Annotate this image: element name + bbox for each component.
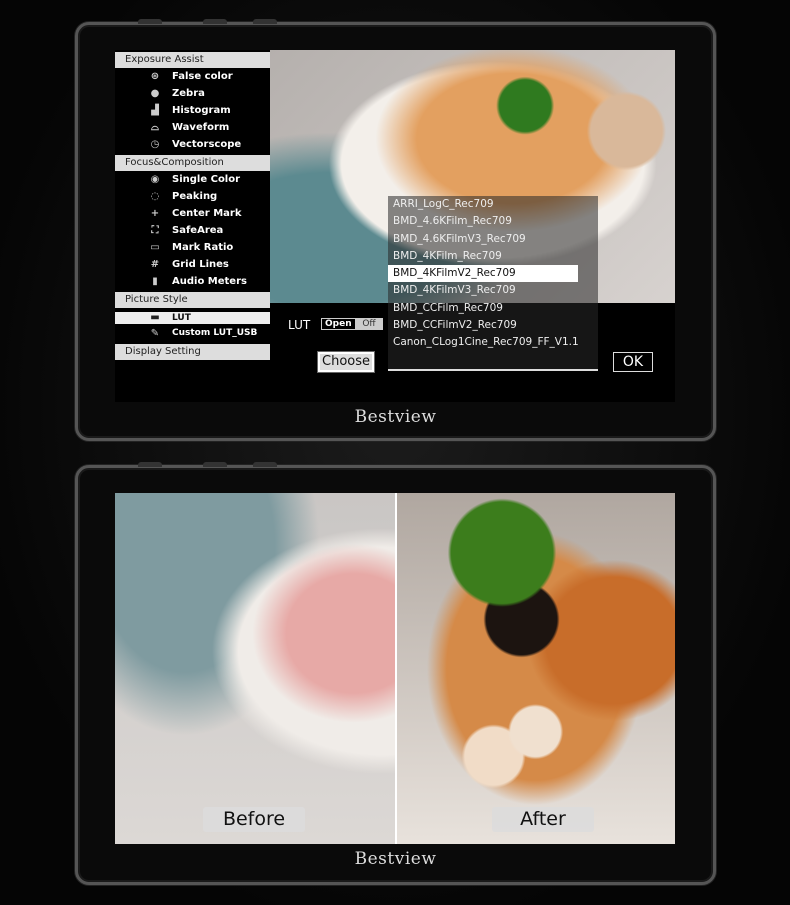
hardware-button [138, 19, 162, 24]
section-picture-style[interactable]: Picture Style [115, 292, 270, 308]
ok-button[interactable]: OK [613, 352, 653, 372]
lut-list-item-selected[interactable]: BMD_4KFilmV2_Rec709 [388, 265, 578, 283]
histogram-icon: ▟ [151, 105, 159, 116]
grid-icon: # [150, 259, 160, 270]
menu-item-label: Custom LUT_USB [172, 328, 258, 338]
compare-divider [395, 493, 397, 844]
lut-list-item[interactable]: BMD_4.6KFilm_Rec709 [388, 213, 598, 230]
after-image [396, 493, 675, 844]
monitor-bottom: Before After Bestview [75, 462, 716, 885]
waveform-icon: ⌓ [151, 122, 159, 133]
lut-icon: ▬ [150, 312, 160, 323]
menu-item-label: Zebra [172, 88, 205, 99]
menu-item-label: Waveform [172, 122, 230, 133]
hardware-button [138, 462, 162, 467]
choose-button[interactable]: Choose [317, 351, 375, 373]
menu-item-single-color[interactable]: ◉ Single Color [115, 171, 270, 188]
lut-list-item[interactable]: BMD_CCFilmV2_Rec709 [388, 317, 598, 334]
monitor-top: Exposure Assist ⊛ False color ● Zebra ▟ His… [75, 19, 716, 441]
brand-logo: Bestview [354, 407, 437, 427]
hardware-button [203, 19, 227, 24]
single-color-icon: ◉ [150, 174, 160, 185]
monitor-screen: Before After [115, 493, 675, 844]
menu-item-vectorscope[interactable]: ◷ Vectorscope [115, 136, 270, 153]
menu-item-safe-area[interactable]: ⛶ SafeArea [115, 222, 270, 239]
menu-item-label: Mark Ratio [172, 242, 234, 253]
menu-item-label: Peaking [172, 191, 218, 202]
peaking-icon: ◌ [150, 191, 160, 202]
hardware-button [253, 462, 277, 467]
menu-item-zebra[interactable]: ● Zebra [115, 85, 270, 102]
menu-item-label: Vectorscope [172, 139, 242, 150]
menu-item-mark-ratio[interactable]: ▭ Mark Ratio [115, 239, 270, 256]
menu-item-false-color[interactable]: ⊛ False color [115, 68, 270, 85]
lut-list-item[interactable]: ARRI_LogC_Rec709 [388, 196, 598, 213]
lut-label: LUT [288, 318, 311, 332]
menu-item-label: LUT [172, 313, 191, 323]
zebra-icon: ● [150, 88, 160, 99]
lut-list-item[interactable]: BMD_4KFilmV3_Rec709 [388, 282, 598, 299]
menu-item-peaking[interactable]: ◌ Peaking [115, 188, 270, 205]
menu-item-histogram[interactable]: ▟ Histogram [115, 102, 270, 119]
menu-item-waveform[interactable]: ⌓ Waveform [115, 119, 270, 136]
plus-icon: + [150, 208, 160, 219]
menu-item-label: Center Mark [172, 208, 242, 219]
before-image [115, 493, 396, 844]
section-focus-composition[interactable]: Focus&Composition [115, 155, 270, 171]
menu-item-lut[interactable]: ▬ LUT [115, 312, 270, 324]
lut-list-item[interactable]: Canon_CLog1Cine_Rec709_FF_V1.1 [388, 334, 598, 351]
vectorscope-icon: ◷ [150, 139, 160, 150]
false-color-icon: ⊛ [150, 71, 160, 82]
settings-menu: Exposure Assist ⊛ False color ● Zebra ▟ His… [115, 50, 270, 402]
monitor-screen: Exposure Assist ⊛ False color ● Zebra ▟ His… [115, 50, 675, 402]
menu-item-grid-lines[interactable]: # Grid Lines [115, 256, 270, 273]
edit-icon: ✎ [150, 328, 160, 339]
lut-off-button[interactable]: Off [355, 318, 383, 330]
menu-item-center-mark[interactable]: + Center Mark [115, 205, 270, 222]
audio-meter-icon: ▮ [152, 276, 158, 287]
menu-item-audio-meters[interactable]: ▮ Audio Meters [115, 273, 270, 290]
menu-item-label: SafeArea [172, 225, 224, 236]
menu-item-label: Histogram [172, 105, 231, 116]
hardware-button [253, 19, 277, 24]
safe-area-icon: ⛶ [151, 225, 159, 236]
lut-list[interactable]: ARRI_LogC_Rec709 BMD_4.6KFilm_Rec709 BMD… [388, 196, 598, 371]
section-display-setting[interactable]: Display Setting [115, 344, 270, 360]
before-label: Before [203, 807, 305, 832]
lut-list-item[interactable]: BMD_CCFilm_Rec709 [388, 300, 598, 317]
lut-open-button[interactable]: Open [321, 318, 356, 330]
brand-logo: Bestview [354, 849, 437, 869]
section-exposure-assist[interactable]: Exposure Assist [115, 52, 270, 68]
mark-ratio-icon: ▭ [150, 242, 160, 253]
lut-list-item[interactable]: BMD_4KFilm_Rec709 [388, 248, 598, 265]
after-label: After [492, 807, 594, 832]
menu-item-label: False color [172, 71, 233, 82]
lut-list-item[interactable]: BMD_4.6KFilmV3_Rec709 [388, 231, 598, 248]
menu-item-label: Single Color [172, 174, 241, 185]
menu-item-label: Audio Meters [172, 276, 247, 287]
menu-item-custom-lut-usb[interactable]: ✎ Custom LUT_USB [115, 325, 270, 342]
menu-item-label: Grid Lines [172, 259, 229, 270]
hardware-button [203, 462, 227, 467]
